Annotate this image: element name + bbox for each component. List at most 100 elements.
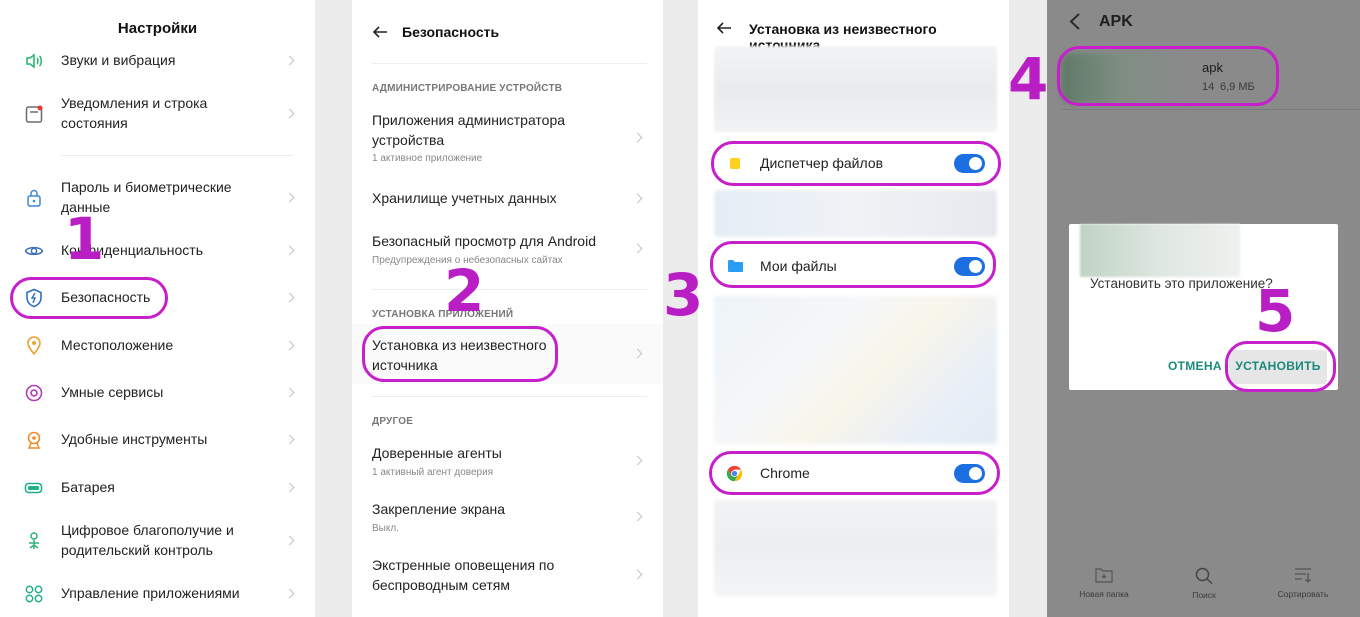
blurred-app-list [714, 46, 997, 132]
item-title: Безопасный просмотр для Android [372, 233, 596, 249]
header: APK [1047, 0, 1360, 44]
toolbar-label: Сортировать [1277, 589, 1329, 599]
screen-pinning-item[interactable]: Закрепление экрана Выкл. [352, 499, 663, 539]
settings-item-label: Батарея [61, 479, 115, 495]
settings-item-sound[interactable]: Звуки и вибрация [0, 50, 315, 72]
unknown-sources-item[interactable]: Установка из неизвестного источника [352, 324, 663, 384]
new-folder-icon [1095, 568, 1113, 583]
settings-item-label: Умные сервисы [61, 384, 164, 400]
apps-grid-icon [25, 585, 43, 603]
allow-toggle[interactable] [954, 154, 985, 173]
item-subtitle: Предупреждения о небезопасных сайтах [372, 255, 563, 266]
app-thumbnail [1061, 53, 1186, 103]
chevron-right-icon [284, 588, 295, 599]
lock-icon [27, 189, 41, 207]
item-subtitle: Выкл. [372, 523, 399, 534]
install-button[interactable]: УСТАНОВИТЬ [1229, 350, 1327, 384]
chevron-right-icon [284, 340, 295, 351]
allow-toggle[interactable] [954, 464, 985, 483]
step-number-4: 4 [1008, 45, 1049, 113]
chevron-right-icon [632, 455, 643, 466]
admin-apps-item[interactable]: Приложения администратора устройства 1 а… [352, 110, 663, 170]
settings-item-password[interactable]: Пароль и биометрические данные [0, 178, 315, 218]
file-date: 14 [1202, 81, 1215, 93]
section-header-admin: АДМИНИСТРИРОВАНИЕ УСТРОЙСТВ [372, 83, 563, 94]
back-arrow-icon[interactable] [372, 24, 388, 40]
app-info-blurred [1080, 224, 1240, 277]
chevron-right-icon [632, 193, 643, 204]
app-label: Диспетчер файлов [760, 155, 884, 171]
settings-item-security[interactable]: Безопасность [0, 287, 315, 309]
divider [61, 155, 293, 156]
settings-item-smart-services[interactable]: Умные сервисы [0, 382, 315, 404]
credentials-item[interactable]: Хранилище учетных данных [352, 188, 663, 210]
location-pin-icon [27, 336, 41, 356]
item-title: Приложения администратора устройства [372, 112, 566, 148]
safe-browsing-item[interactable]: Безопасный просмотр для Android Предупре… [352, 231, 663, 271]
privacy-eye-icon [24, 246, 44, 256]
app-label: Chrome [760, 465, 810, 481]
shield-icon [26, 288, 42, 308]
toolbar-label: Новая папка [1079, 589, 1129, 599]
item-title: Доверенные агенты [372, 445, 502, 461]
emergency-alerts-item[interactable]: Экстренные оповещения по беспроводным се… [352, 556, 663, 596]
security-screen: Безопасность АДМИНИСТРИРОВАНИЕ УСТРОЙСТВ… [352, 0, 663, 617]
item-subtitle: 1 активный агент доверия [372, 467, 494, 478]
app-row-file-manager[interactable]: Диспетчер файлов [714, 146, 997, 182]
search-button[interactable]: Поиск [1164, 567, 1244, 600]
item-title: Экстренные оповещения по беспроводным се… [372, 557, 555, 593]
settings-item-label: Пароль и биометрические данные [61, 179, 232, 215]
chrome-icon [726, 465, 743, 482]
settings-item-label: Местоположение [61, 337, 174, 353]
wellbeing-icon [29, 532, 39, 549]
smart-services-icon [25, 384, 43, 402]
file-manager-icon [730, 158, 740, 169]
back-arrow-icon[interactable] [716, 20, 732, 36]
settings-item-label: Звуки и вибрация [61, 52, 176, 68]
chevron-right-icon [284, 192, 295, 203]
header: Безопасность [352, 0, 663, 64]
folder-icon [728, 260, 743, 272]
settings-item-apps[interactable]: Управление приложениями [0, 583, 315, 605]
blurred-app-list [714, 190, 997, 237]
chevron-right-icon [632, 569, 643, 580]
section-header-install: УСТАНОВКА ПРИЛОЖЕНИЙ [372, 309, 514, 320]
cancel-button[interactable]: ОТМЕНА [1168, 359, 1222, 373]
settings-item-tools[interactable]: Удобные инструменты [0, 429, 315, 451]
settings-item-label: Конфиденциальность [61, 242, 204, 258]
page-title: APK [1099, 13, 1133, 30]
settings-item-notifications[interactable]: Уведомления и строка состояния [0, 94, 315, 134]
settings-item-location[interactable]: Местоположение [0, 335, 315, 357]
divider [372, 63, 647, 64]
apk-file-item[interactable]: apk 14 6,9 МБ [1061, 48, 1334, 108]
install-dialog: Установить это приложение? ОТМЕНА УСТАНО… [1069, 224, 1338, 390]
bottom-toolbar: Новая папка Поиск Сортировать [1047, 557, 1360, 617]
blurred-app-list [714, 500, 997, 596]
settings-item-label: Управление приложениями [61, 585, 240, 601]
settings-item-privacy[interactable]: Конфиденциальность [0, 240, 315, 262]
chevron-right-icon [284, 55, 295, 66]
notification-icon [25, 105, 43, 123]
file-name: apk [1202, 60, 1223, 75]
trust-agents-item[interactable]: Доверенные агенты 1 активный агент довер… [352, 443, 663, 483]
section-header-other: ДРУГОЕ [372, 416, 414, 427]
settings-item-label: Уведомления и строка состояния [61, 95, 208, 131]
chevron-right-icon [632, 243, 643, 254]
allow-toggle[interactable] [954, 257, 985, 276]
settings-item-label: Цифровое благополучие и родительский кон… [61, 522, 234, 558]
new-folder-button[interactable]: Новая папка [1064, 567, 1144, 599]
file-browser-screen: APK apk 14 6,9 МБ Установить это приложе… [1047, 0, 1360, 617]
settings-item-battery[interactable]: Батарея [0, 477, 315, 499]
sort-button[interactable]: Сортировать [1263, 567, 1343, 599]
app-label: Мои файлы [760, 258, 837, 274]
app-row-my-files[interactable]: Мои файлы [714, 249, 997, 285]
chevron-right-icon [284, 434, 295, 445]
divider [372, 289, 647, 290]
app-row-chrome[interactable]: Chrome [714, 456, 997, 492]
divider [1061, 109, 1360, 110]
chevron-right-icon [284, 482, 295, 493]
chevron-right-icon [284, 245, 295, 256]
back-arrow-icon[interactable] [1069, 13, 1081, 30]
battery-icon [24, 482, 43, 494]
settings-item-wellbeing[interactable]: Цифровое благополучие и родительский кон… [0, 521, 315, 561]
